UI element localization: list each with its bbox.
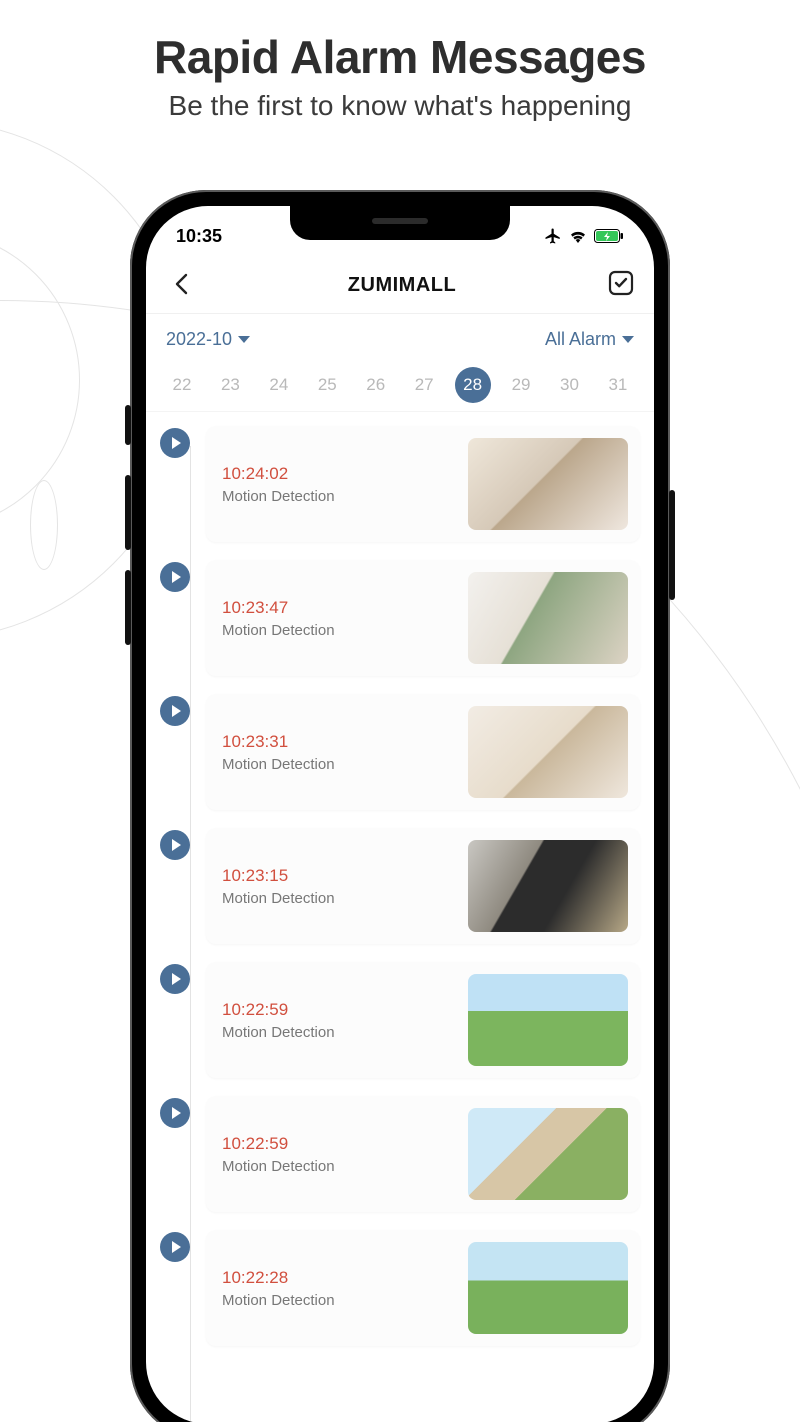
battery-charging-icon <box>594 229 624 243</box>
phone-screen: 10:35 ZUMIMALL <box>146 206 654 1422</box>
alarm-item: 10:22:28 Motion Detection <box>160 1230 640 1346</box>
alarm-time: 10:22:59 <box>222 1000 335 1020</box>
play-button[interactable] <box>160 562 190 592</box>
alarm-filter-label: All Alarm <box>545 329 616 350</box>
alarm-time: 10:23:47 <box>222 598 335 618</box>
alarm-item: 10:23:15 Motion Detection <box>160 828 640 944</box>
alarm-type: Motion Detection <box>222 756 335 773</box>
alarm-thumbnail <box>468 974 628 1066</box>
alarm-thumbnail <box>468 1242 628 1334</box>
alarm-thumbnail <box>468 840 628 932</box>
alarm-type: Motion Detection <box>222 1024 335 1041</box>
marketing-title: Rapid Alarm Messages <box>0 30 800 84</box>
play-button[interactable] <box>160 830 190 860</box>
date-pill[interactable]: 26 <box>358 367 394 403</box>
alarm-type: Motion Detection <box>222 622 335 639</box>
play-button[interactable] <box>160 1232 190 1262</box>
date-strip: 22 23 24 25 26 27 28 29 30 31 <box>146 364 654 412</box>
marketing-subtitle: Be the first to know what's happening <box>0 90 800 122</box>
date-pill[interactable]: 24 <box>261 367 297 403</box>
alarm-type: Motion Detection <box>222 890 335 907</box>
date-pill[interactable]: 30 <box>552 367 588 403</box>
alarm-item: 10:23:47 Motion Detection <box>160 560 640 676</box>
alarm-time: 10:22:59 <box>222 1134 335 1154</box>
chevron-down-icon <box>622 336 634 343</box>
alarm-item: 10:22:59 Motion Detection <box>160 1096 640 1212</box>
alarm-type: Motion Detection <box>222 488 335 505</box>
alarm-filter[interactable]: All Alarm <box>545 329 634 350</box>
month-picker[interactable]: 2022-10 <box>166 329 250 350</box>
date-pill[interactable]: 27 <box>406 367 442 403</box>
alarm-time: 10:24:02 <box>222 464 335 484</box>
alarm-time: 10:23:15 <box>222 866 335 886</box>
airplane-mode-icon <box>544 227 562 245</box>
month-label: 2022-10 <box>166 329 232 350</box>
alarm-item: 10:23:31 Motion Detection <box>160 694 640 810</box>
play-button[interactable] <box>160 964 190 994</box>
date-pill[interactable]: 29 <box>503 367 539 403</box>
phone-notch <box>290 206 510 240</box>
alarm-card[interactable]: 10:22:59 Motion Detection <box>206 1096 640 1212</box>
app-title: ZUMIMALL <box>348 274 456 297</box>
alarm-time: 10:23:31 <box>222 732 335 752</box>
alarm-item: 10:22:59 Motion Detection <box>160 962 640 1078</box>
alarm-card[interactable]: 10:22:28 Motion Detection <box>206 1230 640 1346</box>
date-pill[interactable]: 28 <box>455 367 491 403</box>
wifi-icon <box>568 229 588 243</box>
phone-frame: 10:35 ZUMIMALL <box>130 190 670 1422</box>
alarm-list[interactable]: 10:24:02 Motion Detection 10:23:47 Motion D… <box>146 412 654 1422</box>
date-pill[interactable]: 22 <box>164 367 200 403</box>
play-button[interactable] <box>160 696 190 726</box>
date-pill[interactable]: 25 <box>309 367 345 403</box>
alarm-type: Motion Detection <box>222 1158 335 1175</box>
date-pill[interactable]: 23 <box>212 367 248 403</box>
alarm-thumbnail <box>468 438 628 530</box>
alarm-type: Motion Detection <box>222 1292 335 1309</box>
status-time: 10:35 <box>176 226 222 247</box>
alarm-time: 10:22:28 <box>222 1268 335 1288</box>
alarm-card[interactable]: 10:23:15 Motion Detection <box>206 828 640 944</box>
alarm-thumbnail <box>468 1108 628 1200</box>
play-button[interactable] <box>160 1098 190 1128</box>
alarm-card[interactable]: 10:23:47 Motion Detection <box>206 560 640 676</box>
alarm-thumbnail <box>468 706 628 798</box>
alarm-card[interactable]: 10:22:59 Motion Detection <box>206 962 640 1078</box>
back-button[interactable] <box>166 266 196 306</box>
alarm-card[interactable]: 10:24:02 Motion Detection <box>206 426 640 542</box>
alarm-thumbnail <box>468 572 628 664</box>
date-pill[interactable]: 31 <box>600 367 636 403</box>
multi-select-button[interactable] <box>608 270 634 301</box>
alarm-item: 10:24:02 Motion Detection <box>160 426 640 542</box>
play-button[interactable] <box>160 428 190 458</box>
chevron-down-icon <box>238 336 250 343</box>
alarm-card[interactable]: 10:23:31 Motion Detection <box>206 694 640 810</box>
